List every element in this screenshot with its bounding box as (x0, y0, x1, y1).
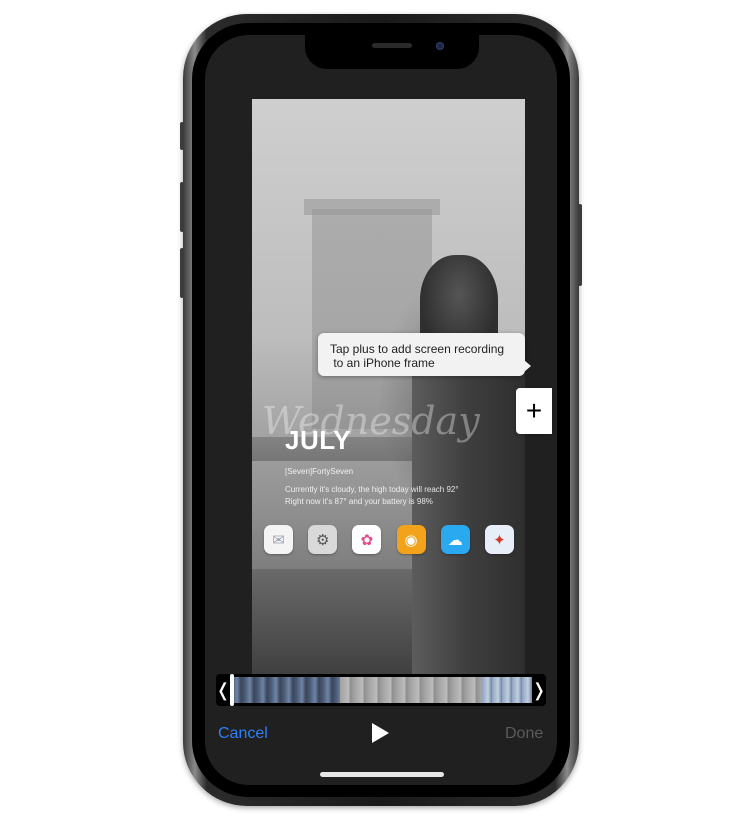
river-water (252, 569, 412, 689)
app-dock: ✉ ⚙ ✿ ◉ ☁ ✦ (264, 525, 514, 555)
home-indicator (320, 772, 444, 777)
power-button (578, 204, 582, 286)
trim-end-handle[interactable]: ❭ (531, 674, 546, 706)
earpiece-speaker (372, 43, 412, 48)
hint-tooltip: Tap plus to add screen recording to an i… (318, 333, 531, 376)
volume-up-button (180, 182, 184, 232)
timeline-frames-end (482, 677, 532, 703)
mute-switch (180, 122, 184, 150)
timeline-playhead[interactable] (230, 674, 234, 706)
photos-icon: ✿ (352, 525, 382, 554)
plus-icon: + (525, 395, 543, 426)
done-button[interactable]: Done (505, 725, 543, 743)
mail-icon: ✉ (264, 525, 293, 554)
ipod-icon: ◉ (396, 525, 426, 554)
add-recording-button[interactable]: + (516, 388, 552, 434)
play-button[interactable] (370, 722, 390, 744)
tooltip-line-1: Tap plus to add screen recording (330, 342, 505, 356)
stone-pillar (412, 339, 525, 689)
video-timeline[interactable]: ❬ ❭ (215, 674, 547, 706)
month-label: JULY (285, 425, 352, 455)
trim-start-handle[interactable]: ❬ (215, 674, 230, 706)
screen-recording-preview: Wednesday JULY [Seven]FortySeven Current… (252, 99, 525, 689)
volume-down-button (180, 248, 184, 298)
signature-label: [Seven]FortySeven (285, 467, 354, 476)
weather-line-2: Right now it's 87° and your battery is 9… (285, 497, 433, 506)
notch (305, 35, 479, 69)
weather-icon: ☁ (440, 525, 470, 554)
play-icon (372, 723, 389, 743)
weather-line-1: Currently it's cloudy, the high today wi… (285, 485, 459, 494)
compass-icon: ✦ (484, 525, 514, 554)
timeline-frames-start (232, 677, 340, 703)
tooltip-line-2: to an iPhone frame (330, 356, 435, 370)
cancel-button[interactable]: Cancel (218, 725, 268, 743)
tooltip-tail (524, 360, 531, 372)
front-camera (436, 42, 444, 50)
settings-icon: ⚙ (308, 525, 338, 554)
phone-display: Wednesday JULY [Seven]FortySeven Current… (205, 35, 557, 785)
